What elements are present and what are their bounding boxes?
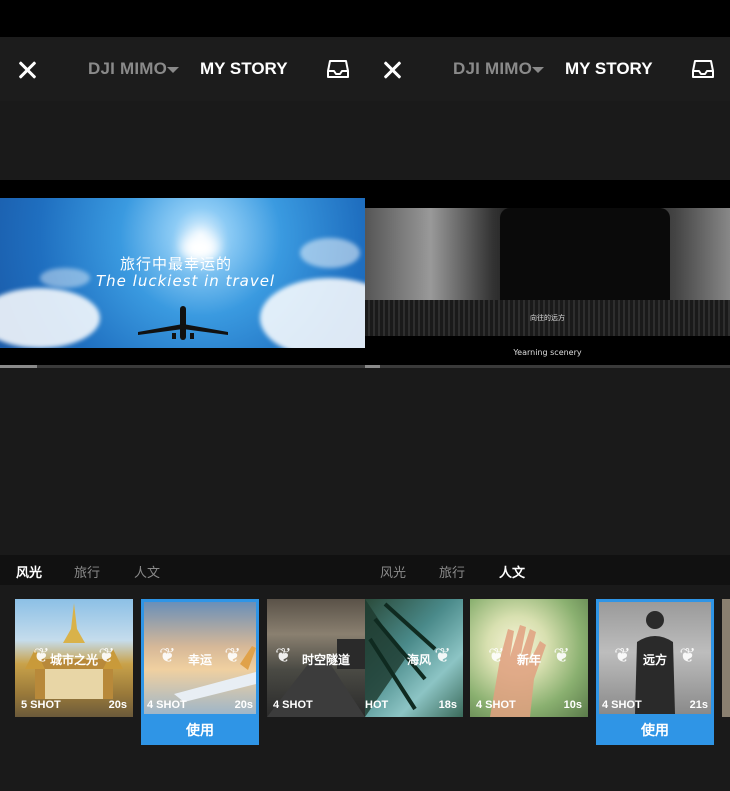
chevron-down-icon[interactable] <box>532 67 544 73</box>
preview-caption-cn: 向往的远方 <box>530 314 565 322</box>
close-icon[interactable] <box>381 59 403 81</box>
template-title: 新年 <box>516 653 541 667</box>
right-panel: DJI MIMO MY STORY 向往的远方 Yearning scenery… <box>365 0 730 791</box>
template-card-selected[interactable]: ❦ ❦ 远方 4 SHOT 21s 使用 <box>596 599 714 745</box>
template-card[interactable]: ❦ ❦ 城市之光 5 SHOT 20s <box>15 599 133 717</box>
category-tab-culture[interactable]: 人文 <box>499 562 525 581</box>
template-title: 城市之光 <box>49 653 98 667</box>
inbox-icon[interactable] <box>692 59 714 79</box>
template-card-partial[interactable] <box>722 599 730 717</box>
top-bar: DJI MIMO MY STORY <box>365 37 730 101</box>
preview-caption-en: The luckiest in travel <box>96 272 276 290</box>
tab-my-story[interactable]: MY STORY <box>200 59 288 79</box>
template-shot-count: 4 SHOT <box>273 699 313 711</box>
template-title: 幸运 <box>187 653 212 667</box>
template-card[interactable]: ❦ 时空隧道 4 SHOT <box>267 599 365 717</box>
template-title: 远方 <box>642 653 667 667</box>
category-tab-culture[interactable]: 人文 <box>134 562 160 581</box>
progress-bar[interactable] <box>365 365 730 368</box>
category-tab-travel[interactable]: 旅行 <box>74 562 100 581</box>
progress-fill <box>365 365 380 368</box>
template-shot-count: 4 SHOT <box>147 699 187 711</box>
status-bar <box>0 0 365 37</box>
template-shot-count: 4 SHOT <box>602 699 642 711</box>
template-shot-count: 5 SHOT <box>21 699 61 711</box>
video-preview[interactable]: 向往的远方 Yearning scenery <box>365 180 730 365</box>
left-panel: DJI MIMO MY STORY 旅行中最幸运的 The luckiest i… <box>0 0 365 791</box>
category-tab-landscape[interactable]: 风光 <box>380 562 406 581</box>
template-duration: 20s <box>108 699 127 711</box>
use-template-button[interactable]: 使用 <box>596 717 714 745</box>
template-duration: 10s <box>563 699 582 711</box>
template-list: ❦ ❦ 城市之光 5 SHOT 20s ❦ ❦ 幸运 4 SHOT 20s 使用 <box>0 599 365 749</box>
template-title: 时空隧道 <box>301 653 350 667</box>
preview-caption-en: Yearning scenery <box>513 348 582 357</box>
template-shot-count: 4 SHOT <box>476 699 516 711</box>
preview-caption-cn: 旅行中最幸运的 <box>120 255 233 273</box>
close-icon[interactable] <box>16 59 38 81</box>
inbox-icon[interactable] <box>327 59 349 79</box>
template-badge: HOT <box>365 699 389 711</box>
template-card[interactable]: ❦ 海风 HOT 18s <box>365 599 463 717</box>
tab-my-story[interactable]: MY STORY <box>565 59 653 79</box>
category-tabs: 风光 旅行 人文 <box>0 555 365 585</box>
progress-fill <box>0 365 37 368</box>
category-tabs: 风光 旅行 人文 <box>365 555 730 585</box>
tab-dji-mimo[interactable]: DJI MIMO <box>88 59 167 79</box>
airplane-icon <box>138 306 228 340</box>
template-card[interactable]: ❦ ❦ 新年 4 SHOT 10s <box>470 599 588 717</box>
video-preview[interactable]: 旅行中最幸运的 The luckiest in travel <box>0 180 365 365</box>
top-bar: DJI MIMO MY STORY <box>0 37 365 101</box>
category-tab-travel[interactable]: 旅行 <box>439 562 465 581</box>
category-tab-landscape[interactable]: 风光 <box>16 562 42 581</box>
use-template-button[interactable]: 使用 <box>141 717 259 745</box>
template-title: 海风 <box>406 653 431 667</box>
template-card-selected[interactable]: ❦ ❦ 幸运 4 SHOT 20s 使用 <box>141 599 259 745</box>
template-duration: 20s <box>234 699 253 711</box>
progress-bar[interactable] <box>0 365 365 368</box>
tab-dji-mimo[interactable]: DJI MIMO <box>453 59 532 79</box>
template-list: ❦ 海风 HOT 18s ❦ ❦ 新年 4 SHOT 10s ❦ ❦ 远方 4 … <box>365 599 730 749</box>
preview-frame: 旅行中最幸运的 The luckiest in travel <box>0 198 365 348</box>
status-bar <box>365 0 730 37</box>
template-duration: 18s <box>438 699 457 711</box>
chevron-down-icon[interactable] <box>167 67 179 73</box>
template-duration: 21s <box>689 699 708 711</box>
